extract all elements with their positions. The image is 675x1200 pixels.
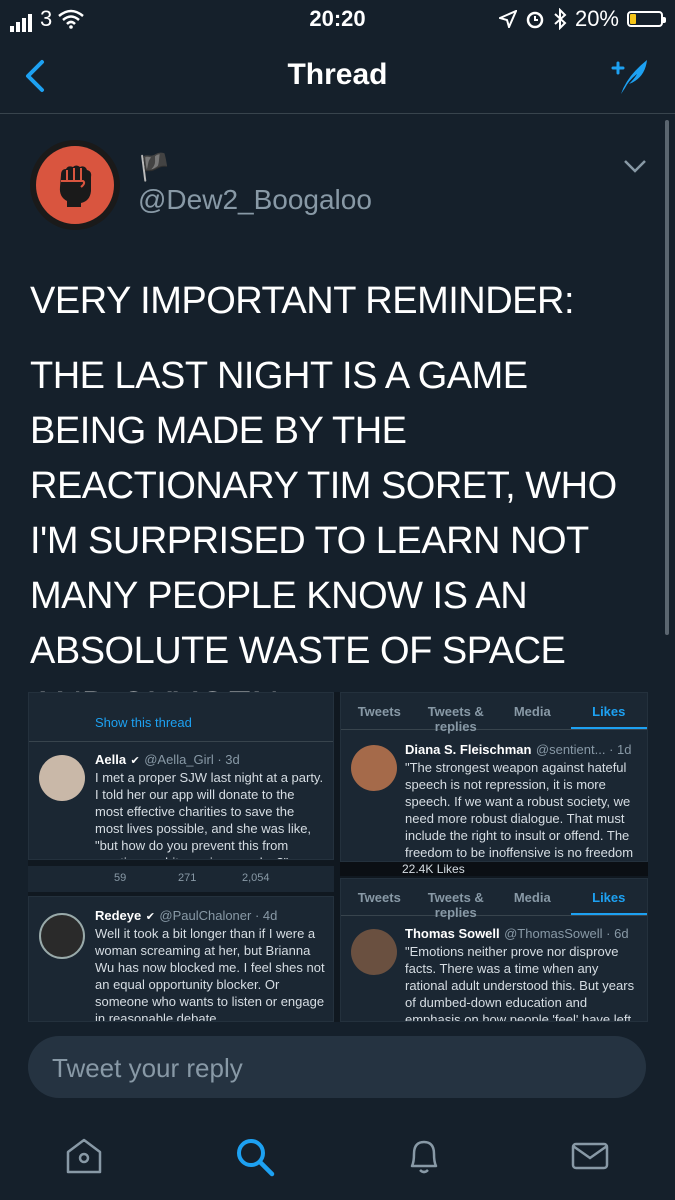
redeye-text: Well it took a bit longer than if I were… — [95, 926, 325, 1022]
likes-count-strip: 22.4K Likes — [340, 862, 648, 876]
tab-media[interactable]: Media — [494, 879, 571, 915]
bottom-tab-bar — [0, 1112, 675, 1200]
tab-tweets[interactable]: Tweets — [341, 693, 418, 729]
embed-panel-sowell: Tweets Tweets & replies Media Likes Thom… — [340, 878, 648, 1022]
user-handle[interactable]: @Dew2_Boogaloo — [138, 184, 372, 216]
tweet-paragraph: VERY IMPORTANT REMINDER: — [30, 280, 575, 322]
display-name: 🏴 — [138, 152, 171, 182]
diana-text: "The strongest weapon against hateful sp… — [405, 760, 634, 860]
main-tweet: 🏴 @Dew2_Boogaloo VERY IMPORTANT REMINDER… — [0, 114, 675, 1022]
tab-media[interactable]: Media — [494, 693, 571, 729]
tab-tweets-replies[interactable]: Tweets & replies — [418, 693, 495, 734]
embed-stats-row: 59 271 2,054 — [28, 866, 334, 892]
sowell-tweet: Thomas Sowell @ThomasSowell · 6d "Emotio… — [405, 925, 641, 1022]
tab-tweets[interactable]: Tweets — [341, 879, 418, 915]
redeye-tweet: Redeye ✔ @PaulChaloner · 4d Well it took… — [95, 907, 325, 1022]
tab-likes[interactable]: Likes — [570, 879, 647, 915]
profile-tabs: Tweets Tweets & replies Media Likes — [341, 693, 647, 734]
tab-likes[interactable]: Likes — [570, 693, 647, 729]
avatar-sowell — [351, 929, 397, 975]
aella-tweet: Aella ✔ @Aella_Girl · 3d I met a proper … — [95, 751, 325, 859]
verified-icon: ✔ — [145, 911, 155, 923]
chevron-down-icon[interactable] — [623, 158, 647, 174]
sowell-handle: @ThomasSowell · 6d — [504, 926, 629, 941]
nav-bar: Thread — [0, 38, 675, 114]
likes-count: 22.4K Likes — [402, 862, 465, 876]
raised-fist-icon — [59, 165, 92, 207]
home-icon[interactable] — [62, 1134, 106, 1178]
show-thread-link[interactable]: Show this thread — [95, 715, 192, 730]
battery-level — [630, 14, 636, 24]
embed-panel-diana: Tweets Tweets & replies Media Likes Dian… — [340, 692, 648, 862]
location-icon — [498, 10, 517, 28]
verified-icon: ✔ — [130, 755, 140, 767]
embed-panel-aella: Show this thread Aella ✔ @Aella_Girl · 3… — [28, 692, 334, 860]
page-title: Thread — [287, 58, 388, 91]
notifications-icon[interactable] — [402, 1134, 446, 1178]
search-icon[interactable] — [232, 1134, 276, 1178]
avatar-aella — [39, 755, 85, 801]
avatar-diana — [351, 745, 397, 791]
reply-input[interactable]: Tweet your reply — [28, 1036, 646, 1098]
diana-name: Diana S. Fleischman — [405, 742, 532, 757]
sowell-name: Thomas Sowell — [405, 926, 500, 941]
embed-panel-redeye: Redeye ✔ @PaulChaloner · 4d Well it took… — [28, 896, 334, 1022]
status-bar: 3 20:20 20% — [0, 0, 675, 38]
redeye-name: Redeye — [95, 908, 142, 923]
redeye-handle: @PaulChaloner · 4d — [159, 908, 278, 923]
tweet-text: VERY IMPORTANT REMINDER: THE LAST NIGHT … — [30, 274, 650, 754]
aella-handle: @Aella_Girl · 3d — [144, 752, 240, 767]
reply-count: 59 — [114, 872, 127, 884]
tweet-paragraph: THE LAST NIGHT IS A GAME BEING MADE BY T… — [30, 355, 617, 727]
avatar-redeye — [39, 913, 85, 959]
aella-text: I met a proper SJW last night at a party… — [95, 770, 324, 859]
alarm-icon — [526, 11, 544, 29]
tweet-image[interactable]: Show this thread Aella ✔ @Aella_Girl · 3… — [28, 692, 648, 1022]
panel-divider — [29, 741, 333, 742]
compose-tweet-icon[interactable] — [607, 54, 651, 98]
like-count: 2,054 — [242, 872, 270, 884]
battery-icon — [627, 11, 666, 27]
avatar[interactable] — [30, 140, 120, 230]
scrollbar[interactable] — [665, 120, 669, 635]
reply-placeholder: Tweet your reply — [52, 1053, 243, 1083]
status-right: 20% — [498, 6, 666, 32]
bluetooth-icon — [554, 8, 567, 30]
aella-name: Aella — [95, 752, 127, 767]
retweet-count: 271 — [178, 872, 197, 884]
profile-tabs: Tweets Tweets & replies Media Likes — [341, 879, 647, 920]
battery-percent: 20% — [574, 6, 619, 31]
sowell-text: "Emotions neither prove nor disprove fac… — [405, 944, 635, 1022]
tab-tweets-replies[interactable]: Tweets & replies — [418, 879, 495, 920]
fist-logo — [36, 146, 114, 224]
diana-tweet: Diana S. Fleischman @sentient... · 1d "T… — [405, 741, 641, 861]
messages-icon[interactable] — [568, 1134, 612, 1178]
diana-handle: @sentient... · 1d — [535, 742, 632, 757]
